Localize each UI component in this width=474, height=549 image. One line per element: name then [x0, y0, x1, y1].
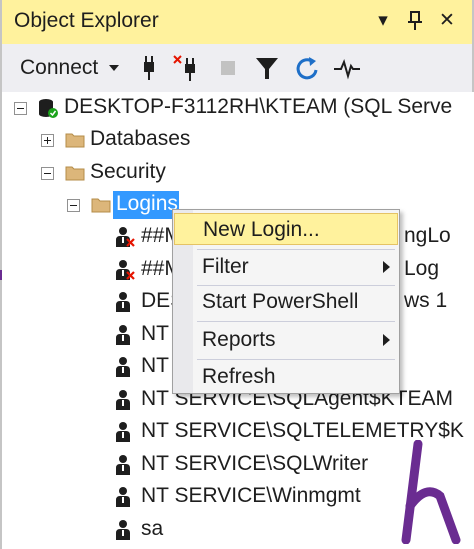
activity-monitor-icon[interactable]	[332, 54, 362, 82]
login-icon	[116, 487, 130, 507]
submenu-arrow-icon	[383, 334, 390, 346]
login-icon	[116, 325, 130, 345]
login-label-suffix: ngLo	[404, 224, 451, 247]
menu-item-refresh[interactable]: Refresh	[174, 361, 398, 393]
expand-databases-icon[interactable]	[41, 134, 54, 147]
refresh-icon[interactable]	[292, 54, 322, 82]
left-edge-marker	[0, 270, 2, 280]
disconnect-plug-icon[interactable]	[172, 54, 202, 82]
pin-icon[interactable]	[402, 9, 428, 38]
menu-separator	[197, 321, 395, 322]
menu-item-new-login[interactable]: New Login...	[174, 213, 398, 245]
login-icon	[116, 390, 130, 410]
menu-separator	[197, 359, 395, 360]
folder-icon	[91, 198, 111, 213]
close-icon[interactable]: ✕	[434, 9, 460, 33]
menu-item-start-powershell[interactable]: Start PowerShell	[174, 286, 398, 318]
login-icon	[116, 520, 130, 540]
connect-plug-icon[interactable]	[134, 54, 164, 82]
disabled-login-icon	[116, 260, 135, 280]
menu-separator	[197, 249, 395, 250]
server-icon	[39, 99, 58, 118]
window-position-dropdown-icon[interactable]: ▾	[370, 9, 396, 33]
login-label: NT	[141, 354, 169, 377]
login-label: NT	[141, 322, 169, 345]
object-explorer-toolbar: Connect	[0, 44, 474, 92]
login-icon	[116, 455, 130, 475]
filter-icon[interactable]	[252, 54, 282, 82]
collapse-server-icon[interactable]	[14, 102, 27, 115]
object-explorer-title-bar: Object Explorer ▾ ✕	[0, 0, 474, 44]
submenu-arrow-icon	[383, 261, 390, 273]
server-label: DESKTOP-F3112RH\KTEAM (SQL Serve	[64, 95, 453, 118]
collapse-logins-icon[interactable]	[67, 199, 80, 212]
folder-icon	[65, 133, 85, 148]
logins-label: Logins	[116, 192, 178, 215]
tree-node-databases[interactable]: Databases	[2, 126, 474, 154]
collapse-security-icon[interactable]	[41, 167, 54, 180]
security-label: Security	[90, 160, 166, 183]
login-icon	[116, 357, 130, 377]
menu-item-filter[interactable]: Filter	[174, 251, 398, 283]
stop-icon[interactable]	[213, 54, 243, 82]
login-icon	[116, 292, 130, 312]
connect-button[interactable]: Connect	[20, 56, 98, 80]
logins-context-menu: New Login... Filter Start PowerShell Rep…	[172, 209, 400, 394]
login-label-suffix: Log	[404, 257, 440, 280]
watermark-logo	[401, 440, 461, 544]
panel-title: Object Explorer	[14, 9, 159, 32]
disabled-login-icon	[116, 227, 135, 247]
login-icon	[116, 422, 130, 442]
databases-label: Databases	[90, 127, 191, 150]
menu-item-reports[interactable]: Reports	[174, 324, 398, 356]
login-label: sa	[141, 517, 164, 540]
tree-node-security[interactable]: Security	[2, 159, 474, 187]
login-label-suffix: ws 1	[404, 289, 448, 312]
connect-dropdown-icon[interactable]	[109, 65, 119, 71]
tree-node-server[interactable]: DESKTOP-F3112RH\KTEAM (SQL Serve	[2, 94, 474, 122]
login-label: NT SERVICE\Winmgmt	[141, 484, 361, 507]
login-label: NT SERVICE\SQLWriter	[141, 452, 369, 475]
folder-icon	[65, 166, 85, 181]
